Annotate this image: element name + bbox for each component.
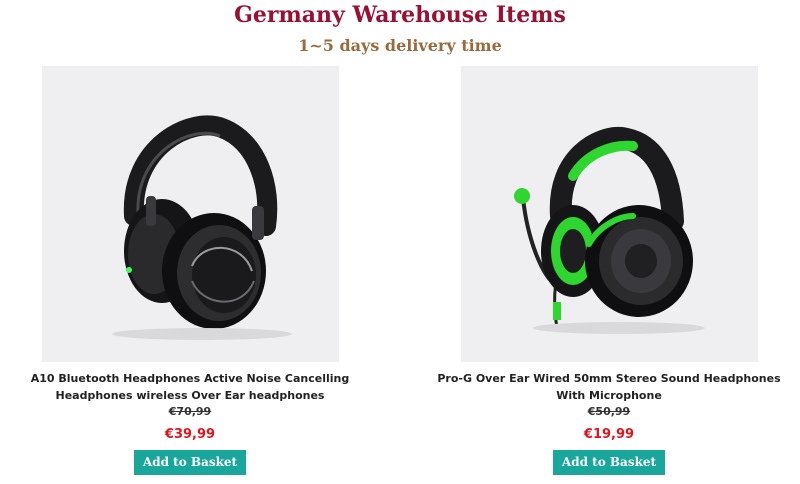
sale-price: €19,99 — [583, 427, 635, 442]
sale-price: €39,99 — [164, 427, 216, 442]
product-title[interactable]: A10 Bluetooth Headphones Active Noise Ca… — [0, 370, 380, 404]
page-title: Germany Warehouse Items — [234, 2, 566, 28]
product-title[interactable]: Pro-G Over Ear Wired 50mm Stereo Sound H… — [419, 370, 799, 404]
old-price: €70,99 — [168, 405, 212, 418]
old-price: €50,99 — [587, 405, 631, 418]
green-gaming-headset-icon — [513, 126, 705, 334]
product-image-green-headset[interactable] — [460, 66, 758, 362]
product-card: Pro-G Over Ear Wired 50mm Stereo Sound H… — [419, 66, 799, 475]
delivery-subtitle: 1~5 days delivery time — [298, 36, 502, 55]
page: Germany Warehouse Items 1~5 days deliver… — [0, 0, 800, 484]
product-card: A10 Bluetooth Headphones Active Noise Ca… — [0, 66, 380, 475]
add-to-basket-button[interactable]: Add to Basket — [133, 450, 247, 475]
add-to-basket-button[interactable]: Add to Basket — [552, 450, 666, 475]
product-image-black-headphones[interactable] — [41, 66, 339, 362]
black-over-ear-headphones-icon — [111, 115, 292, 340]
